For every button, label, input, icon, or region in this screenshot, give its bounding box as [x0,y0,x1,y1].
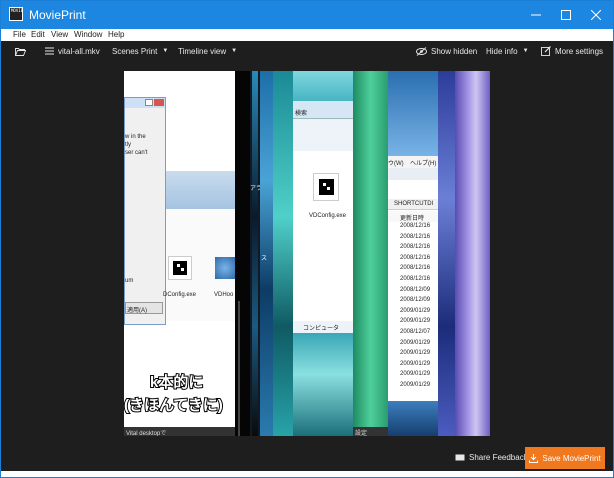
thumbnail-slice[interactable] [235,71,250,436]
hide-info-dropdown[interactable]: Hide info ▼ [486,45,529,57]
caret-down-icon: ▼ [231,48,238,54]
taskbar-label: 設定 [355,431,368,436]
timeline-strip: w in the tly ser can't um 適用(A) DConfig.… [124,71,490,436]
eye-slash-icon [416,46,427,56]
scenes-print-dropdown[interactable]: Scenes Print ▼ [112,45,168,57]
close-icon [591,10,601,20]
computer-label: コンピュータ [303,326,340,332]
open-folder-button[interactable] [15,45,30,57]
menu-help[interactable]: Help [108,30,124,39]
share-feedback-button[interactable]: Share Feedback [455,453,528,462]
file-selector-button[interactable]: vital-all.mkv [45,45,100,57]
maximize-button[interactable] [551,1,581,29]
download-icon [529,453,539,463]
file-label: VDHoo [214,292,234,298]
file-label: VDConfig.exe [309,213,347,219]
caret-down-icon: ▼ [522,48,529,54]
minimize-button[interactable] [521,1,551,29]
more-settings-label: More settings [555,46,604,56]
date-cell: 2008/12/16 [400,265,431,272]
app-window: MOVIEPRINT MoviePrint File Edit View Win… [0,0,614,478]
movieprint-logo-icon: MOVIEPRINT [9,7,23,21]
save-movieprint-label: Save MoviePrint [542,453,601,463]
date-cell: 2009/01/29 [400,350,431,357]
menu-edit[interactable]: Edit [31,30,45,39]
thumbnail-slice[interactable]: アラ [250,71,260,436]
dialog-text: um [125,278,134,284]
thumbnail-slice[interactable] [455,71,490,436]
thumbnail-slice[interactable]: 設定 [353,71,388,436]
dialog-window: w in the tly ser can't um 適用(A) [124,97,166,325]
thumbnail-slice[interactable] [438,71,455,436]
scenes-print-label: Scenes Print [112,46,158,56]
vdconfig-app-icon [168,256,192,280]
comment-icon [455,454,465,460]
subtitle-line-1: k本的に [149,373,204,392]
date-cell: 2008/12/16 [400,223,431,229]
dialog-text: w in the [125,134,146,140]
title-bar: MOVIEPRINT MoviePrint [1,1,613,29]
hide-info-label: Hide info [486,46,518,56]
show-hidden-button[interactable]: Show hidden [416,45,477,57]
taskbar-label: Vital desktopで [126,431,167,436]
date-cell: 2009/01/29 [400,307,431,314]
column-header: 更新日時 [400,216,425,222]
date-cell: 2009/01/29 [400,339,431,346]
menu-view[interactable]: View [51,30,68,39]
date-cell: 2008/12/16 [400,233,431,240]
maximize-icon [561,10,571,20]
menu-label: ヘルプ(H) [410,161,437,167]
date-cell: 2008/12/07 [400,329,431,335]
date-cell: 2008/12/09 [400,297,431,304]
thumbnail-slice[interactable]: ス [260,71,273,436]
file-name: vital-all.mkv [58,46,100,56]
column-header: SHORTCUTDI [394,201,434,207]
thumbnail-slice[interactable]: 検索 VDConfig.exe コンピュータ [293,71,353,436]
thumbnail-slice[interactable]: ウ(W) ヘルプ(H) SHORTCUTDI 更新日時 2008/12/16 20… [388,71,438,436]
toolbar: vital-all.mkv Scenes Print ▼ Timeline vi… [1,41,613,60]
ja-text: アラ [250,186,260,192]
date-cell: 2008/12/16 [400,254,431,261]
window-title: MoviePrint [29,8,86,22]
window-bottom-border [1,471,613,477]
show-hidden-label: Show hidden [431,46,478,56]
folder-open-icon [15,47,26,56]
subtitle-line-2: (きほんてきに) [124,396,224,415]
ja-text: ス [261,256,268,262]
thumbnail-slice[interactable]: w in the tly ser can't um 適用(A) DConfig.… [124,71,235,436]
menu-label: ウ(W) [388,161,404,167]
share-feedback-label: Share Feedback [469,453,528,462]
dialog-text: tly [125,142,131,148]
edit-icon [541,46,551,56]
search-label: 検索 [295,111,308,117]
more-settings-button[interactable]: More settings [541,45,603,57]
save-movieprint-button[interactable]: Save MoviePrint [525,447,605,469]
movieprint-stage: w in the tly ser can't um 適用(A) DConfig.… [1,60,613,446]
apply-button-label: 適用(A) [127,308,147,314]
timeline-view-dropdown[interactable]: Timeline view ▼ [178,45,237,57]
caret-down-icon: ▼ [162,48,169,54]
close-button[interactable] [581,1,611,29]
date-cell: 2009/01/29 [400,318,431,325]
date-cell: 2008/12/16 [400,244,431,251]
date-cell: 2009/01/29 [400,382,431,388]
dialog-text: ser can't [125,150,148,156]
vdconfig-app-icon [313,173,339,201]
date-cell: 2009/01/29 [400,371,431,378]
menu-bar: File Edit View Window Help [1,29,613,41]
date-cell: 2008/12/09 [400,286,431,293]
thumbnail-slice[interactable] [273,71,293,436]
menu-window[interactable]: Window [74,30,102,39]
date-cell: 2009/01/29 [400,360,431,367]
file-label: DConfig.exe [163,292,197,298]
menu-file[interactable]: File [13,30,26,39]
date-cell: 2008/12/16 [400,276,431,282]
gear-icon [215,257,235,279]
minimize-icon [531,14,541,16]
list-icon [45,47,54,55]
footer-bar: Share Feedback Save MoviePrint [1,446,613,471]
timeline-view-label: Timeline view [178,46,227,56]
